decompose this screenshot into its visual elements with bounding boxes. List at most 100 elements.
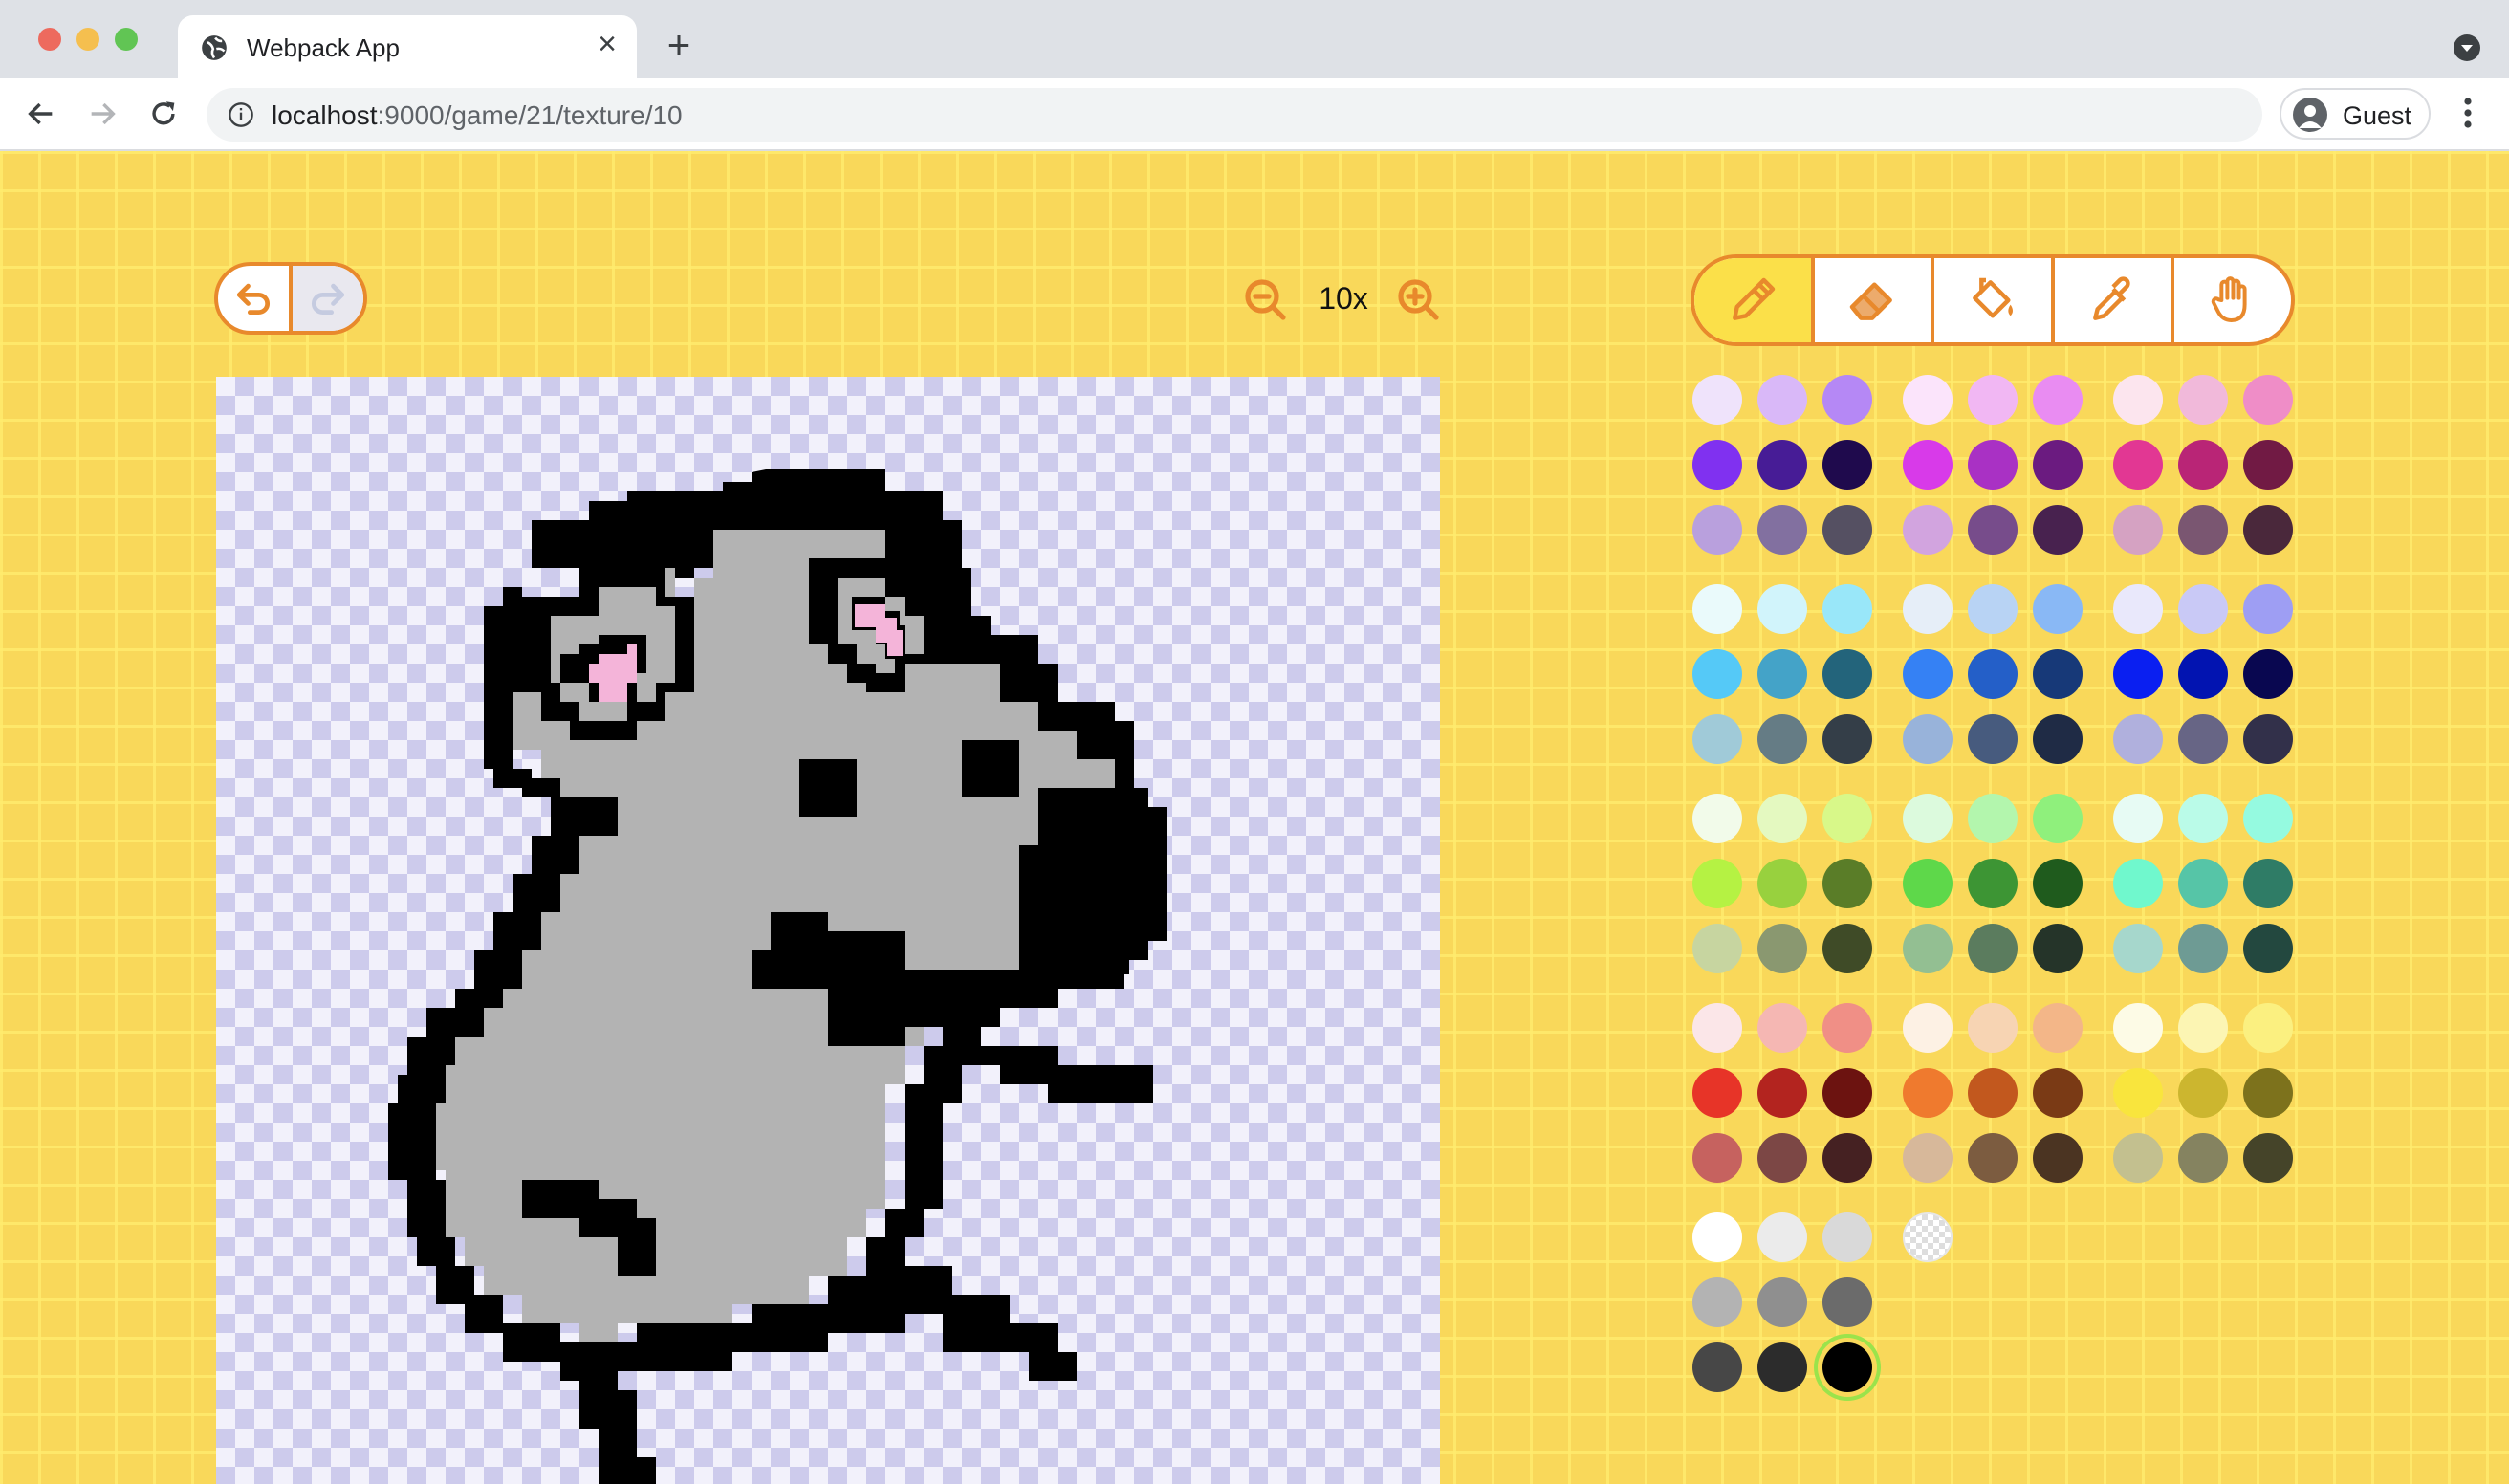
color-swatch[interactable] [1903, 859, 1953, 908]
color-swatch[interactable] [1903, 1068, 1953, 1118]
color-swatch[interactable] [1692, 505, 1742, 555]
color-swatch[interactable] [1903, 649, 1953, 699]
address-bar[interactable]: localhost:9000/game/21/texture/10 [207, 88, 2262, 142]
tool-hand[interactable] [2171, 258, 2291, 342]
color-swatch[interactable] [1757, 1277, 1807, 1327]
color-swatch[interactable] [1903, 1003, 1953, 1053]
color-swatch[interactable] [1692, 375, 1742, 425]
color-swatch[interactable] [1692, 440, 1742, 490]
color-swatch[interactable] [2178, 375, 2228, 425]
color-swatch-transparent[interactable] [1903, 1212, 1953, 1262]
color-swatch[interactable] [1903, 924, 1953, 973]
color-swatch[interactable] [1903, 584, 1953, 634]
zoom-in-icon[interactable] [1396, 277, 1442, 323]
color-swatch[interactable] [2243, 1133, 2293, 1183]
color-swatch[interactable] [2178, 1003, 2228, 1053]
close-tab-icon[interactable]: × [591, 28, 623, 60]
color-swatch[interactable] [1822, 924, 1872, 973]
color-swatch[interactable] [1757, 1133, 1807, 1183]
color-swatch[interactable] [2178, 505, 2228, 555]
color-swatch[interactable] [1822, 1068, 1872, 1118]
color-swatch[interactable] [1822, 1342, 1872, 1392]
color-swatch[interactable] [2113, 1133, 2163, 1183]
color-swatch[interactable] [2178, 714, 2228, 764]
new-tab-button[interactable]: + [660, 25, 698, 65]
color-swatch[interactable] [1692, 649, 1742, 699]
color-swatch[interactable] [2113, 584, 2163, 634]
color-swatch[interactable] [2178, 1133, 2228, 1183]
color-swatch[interactable] [2243, 584, 2293, 634]
color-swatch[interactable] [2033, 859, 2083, 908]
close-window-button[interactable] [38, 28, 61, 51]
color-swatch[interactable] [2243, 375, 2293, 425]
color-swatch[interactable] [2113, 794, 2163, 843]
profile-button[interactable]: Guest [2280, 88, 2431, 140]
color-swatch[interactable] [2113, 375, 2163, 425]
color-swatch[interactable] [2033, 1003, 2083, 1053]
color-swatch[interactable] [1968, 924, 2018, 973]
color-swatch[interactable] [1822, 1277, 1872, 1327]
zoom-out-icon[interactable] [1243, 277, 1289, 323]
color-swatch[interactable] [1903, 1133, 1953, 1183]
color-swatch[interactable] [1692, 1133, 1742, 1183]
color-swatch[interactable] [1757, 794, 1807, 843]
color-swatch[interactable] [1968, 375, 2018, 425]
undo-button[interactable] [218, 266, 293, 331]
color-swatch[interactable] [2033, 714, 2083, 764]
color-swatch[interactable] [2113, 440, 2163, 490]
color-swatch[interactable] [1822, 859, 1872, 908]
color-swatch[interactable] [1757, 649, 1807, 699]
color-swatch[interactable] [2033, 505, 2083, 555]
redo-button[interactable] [293, 266, 363, 331]
color-swatch[interactable] [1692, 1277, 1742, 1327]
color-swatch[interactable] [1822, 1003, 1872, 1053]
tool-pencil[interactable] [1694, 258, 1811, 342]
color-swatch[interactable] [1692, 794, 1742, 843]
color-swatch[interactable] [1822, 584, 1872, 634]
color-swatch[interactable] [2243, 649, 2293, 699]
site-info-icon[interactable] [228, 101, 254, 128]
color-swatch[interactable] [1692, 1003, 1742, 1053]
color-swatch[interactable] [2033, 924, 2083, 973]
color-swatch[interactable] [2113, 1003, 2163, 1053]
color-swatch[interactable] [1968, 859, 2018, 908]
color-swatch[interactable] [1822, 505, 1872, 555]
color-swatch[interactable] [2113, 859, 2163, 908]
color-swatch[interactable] [1822, 649, 1872, 699]
color-swatch[interactable] [1757, 440, 1807, 490]
color-swatch[interactable] [1692, 1212, 1742, 1262]
color-swatch[interactable] [1757, 375, 1807, 425]
more-options-icon[interactable] [2454, 96, 2482, 130]
color-swatch[interactable] [1757, 1342, 1807, 1392]
color-swatch[interactable] [1903, 375, 1953, 425]
color-swatch[interactable] [1968, 649, 2018, 699]
color-swatch[interactable] [2178, 859, 2228, 908]
color-swatch[interactable] [1968, 1133, 2018, 1183]
color-swatch[interactable] [2033, 794, 2083, 843]
color-swatch[interactable] [2243, 505, 2293, 555]
color-swatch[interactable] [1822, 1133, 1872, 1183]
color-swatch[interactable] [1692, 714, 1742, 764]
color-swatch[interactable] [1968, 505, 2018, 555]
color-swatch[interactable] [2033, 1068, 2083, 1118]
color-swatch[interactable] [1903, 440, 1953, 490]
color-swatch[interactable] [1968, 584, 2018, 634]
pixel-canvas[interactable] [216, 377, 1440, 1484]
color-swatch[interactable] [2178, 584, 2228, 634]
tool-eyedropper[interactable] [2050, 258, 2171, 342]
color-swatch[interactable] [2113, 1068, 2163, 1118]
color-swatch[interactable] [1757, 924, 1807, 973]
tab-search-button[interactable] [2454, 34, 2480, 61]
color-swatch[interactable] [2033, 1133, 2083, 1183]
maximize-window-button[interactable] [115, 28, 138, 51]
color-swatch[interactable] [1968, 1068, 2018, 1118]
color-swatch[interactable] [2243, 1003, 2293, 1053]
color-swatch[interactable] [2178, 794, 2228, 843]
color-swatch[interactable] [1757, 859, 1807, 908]
color-swatch[interactable] [1822, 375, 1872, 425]
color-swatch[interactable] [2243, 859, 2293, 908]
color-swatch[interactable] [1757, 1003, 1807, 1053]
color-swatch[interactable] [2178, 649, 2228, 699]
color-swatch[interactable] [1757, 505, 1807, 555]
color-swatch[interactable] [2243, 714, 2293, 764]
